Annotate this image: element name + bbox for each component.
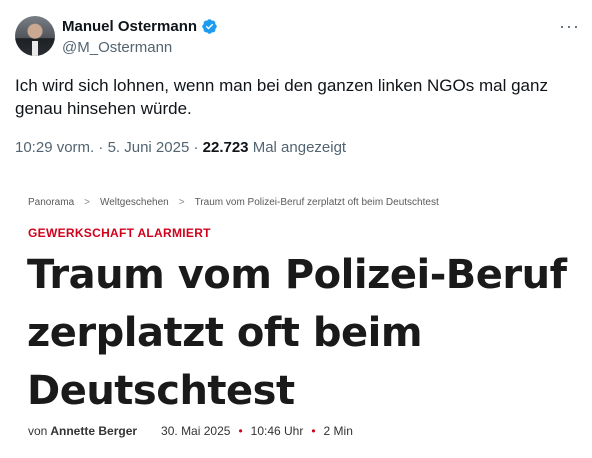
chevron-right-icon: >: [178, 197, 185, 208]
views-count[interactable]: 22.723: [203, 139, 249, 156]
article-byline: von Annette Berger 30. Mai 2025 • 10:46 …: [28, 424, 353, 438]
chevron-right-icon: >: [84, 197, 90, 208]
article-date: 30. Mai 2025: [161, 424, 231, 438]
more-options-icon[interactable]: ···: [559, 17, 580, 35]
tweet-date[interactable]: 5. Juni 2025: [108, 139, 190, 156]
breadcrumb-item-panorama[interactable]: Panorama: [28, 197, 74, 208]
article-kicker: GEWERKSCHAFT ALARMIERT: [28, 226, 211, 240]
article-headline: Traum vom Polizei-Beruf zerplatzt oft be…: [27, 252, 567, 414]
bullet-separator: •: [238, 424, 243, 438]
author-display-name[interactable]: Manuel Ostermann: [62, 18, 197, 35]
author-name-row: Manuel Ostermann: [62, 18, 218, 35]
breadcrumb-item-weltgeschehen[interactable]: Weltgeschehen: [100, 197, 169, 208]
tweet-text: Ich wird sich lohnen, wenn man bei den g…: [15, 76, 548, 118]
article-author[interactable]: Annette Berger: [50, 424, 137, 438]
meta-separator: ·: [98, 139, 104, 156]
tweet-meta: 10:29 vorm. · 5. Juni 2025 · 22.723 Mal …: [15, 139, 346, 156]
article-time: 10:46 Uhr: [250, 424, 304, 438]
verified-badge-icon: [202, 19, 217, 34]
avatar[interactable]: [15, 16, 55, 56]
byline-prefix: von: [28, 424, 48, 438]
author-handle[interactable]: @M_Ostermann: [62, 39, 172, 56]
breadcrumb: Panorama > Weltgeschehen > Traum vom Pol…: [28, 197, 439, 208]
reading-time: 2 Min: [323, 424, 353, 438]
meta-separator: ·: [193, 139, 199, 156]
bullet-separator: •: [311, 424, 316, 438]
views-label: Mal angezeigt: [252, 139, 347, 156]
breadcrumb-item-current: Traum vom Polizei-Beruf zerplatzt oft be…: [194, 197, 439, 208]
tweet-time[interactable]: 10:29 vorm.: [15, 139, 94, 156]
